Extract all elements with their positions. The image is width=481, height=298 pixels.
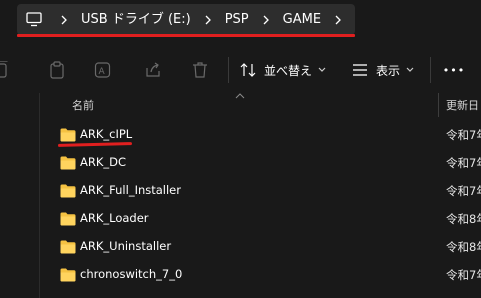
folder-icon [60, 156, 76, 170]
file-name: ARK_cIPL [80, 127, 133, 141]
toolbar-divider [228, 57, 229, 83]
chevron-right-icon[interactable] [51, 4, 77, 35]
file-row-ark-uninstaller[interactable]: ARK_Uninstaller 令和8年 [40, 233, 481, 261]
folder-icon [60, 268, 76, 282]
file-date: 令和7年 [446, 184, 481, 198]
paste-icon [50, 61, 64, 79]
column-header-date[interactable]: 更新日 [446, 97, 479, 113]
share-button[interactable] [142, 47, 164, 93]
file-name: ARK_Uninstaller [80, 239, 172, 253]
file-row-ark-full-installer[interactable]: ARK_Full_Installer 令和7年 [40, 177, 481, 205]
chevron-down-icon [406, 67, 414, 72]
chevron-right-icon[interactable] [253, 4, 279, 35]
folder-icon [60, 212, 76, 226]
sort-icon [240, 63, 256, 77]
sort-indicator-icon [235, 93, 245, 99]
delete-button[interactable] [189, 47, 211, 93]
folder-icon [60, 128, 76, 142]
file-name: ARK_DC [80, 155, 127, 169]
view-button[interactable]: 表示 [350, 47, 416, 93]
this-pc-button[interactable] [17, 4, 51, 35]
file-date: 令和8年 [446, 212, 481, 226]
paste-button[interactable] [46, 47, 68, 93]
annotation-underline-address [17, 34, 355, 37]
file-explorer-window: USB ドライブ (E:) PSP GAME A 並べ替え 表示 ••• 名前 … [0, 0, 481, 298]
column-header-row: 名前 更新日 [0, 93, 481, 117]
rename-button[interactable]: A [92, 47, 114, 93]
file-date: 令和8年 [446, 240, 481, 254]
breadcrumb-psp[interactable]: PSP [221, 4, 253, 35]
svg-text:A: A [99, 67, 106, 77]
copy-button[interactable] [0, 47, 16, 93]
command-bar: A 並べ替え 表示 ••• [0, 47, 481, 93]
view-label: 表示 [375, 63, 400, 78]
breadcrumb-usb-drive[interactable]: USB ドライブ (E:) [77, 4, 195, 35]
folder-icon [60, 184, 76, 198]
file-row-chronoswitch[interactable]: chronoswitch_7_0 令和7年 [40, 261, 481, 289]
file-date: 令和7年 [446, 128, 481, 142]
more-options-button[interactable]: ••• [441, 47, 467, 93]
column-header-name[interactable]: 名前 [72, 97, 94, 113]
copy-icon [0, 61, 8, 78]
more-options-icon: ••• [442, 63, 466, 77]
file-name: ARK_Loader [80, 211, 149, 225]
file-name: chronoswitch_7_0 [80, 267, 183, 281]
folder-icon [60, 240, 76, 254]
trash-icon [193, 62, 207, 78]
sort-button[interactable]: 並べ替え [240, 47, 326, 93]
file-date: 令和7年 [446, 156, 481, 170]
breadcrumb-game[interactable]: GAME [279, 4, 325, 35]
sort-label: 並べ替え [263, 63, 312, 78]
list-view-icon [352, 64, 367, 76]
file-row-ark-loader[interactable]: ARK_Loader 令和8年 [40, 205, 481, 233]
file-date: 令和7年 [446, 268, 481, 282]
address-bar[interactable]: USB ドライブ (E:) PSP GAME [17, 4, 355, 35]
file-row-ark-dc[interactable]: ARK_DC 令和7年 [40, 149, 481, 177]
chevron-right-icon[interactable] [195, 4, 221, 35]
computer-icon [26, 12, 42, 27]
chevron-right-icon[interactable] [325, 4, 351, 35]
column-divider[interactable] [438, 93, 439, 117]
toolbar-divider [430, 57, 431, 83]
file-name: ARK_Full_Installer [80, 183, 181, 197]
rename-icon: A [94, 62, 111, 78]
chevron-down-icon [318, 67, 326, 72]
share-icon [146, 62, 160, 77]
